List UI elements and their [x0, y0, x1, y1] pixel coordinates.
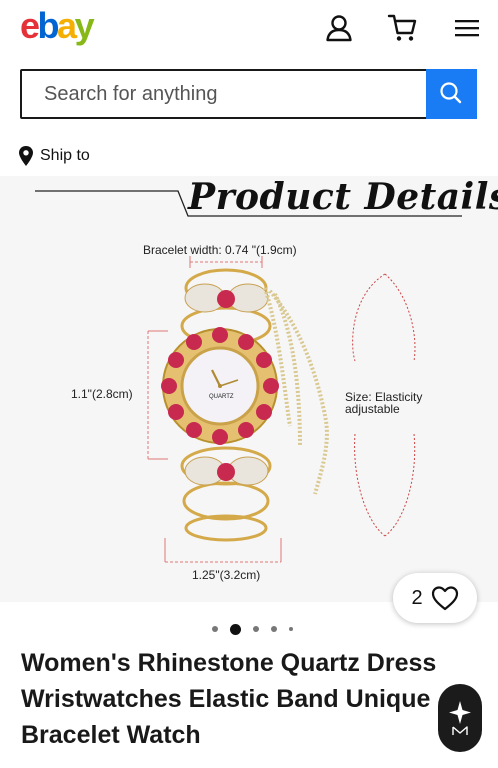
- sparkle-icon: [449, 701, 471, 735]
- carousel-dot[interactable]: [253, 626, 259, 632]
- carousel-dot[interactable]: [212, 626, 218, 632]
- ship-to-link[interactable]: Ship to: [18, 143, 90, 169]
- user-icon[interactable]: [323, 12, 355, 44]
- search-bar: [20, 69, 477, 119]
- carousel-dot[interactable]: [289, 627, 293, 631]
- carousel-dot[interactable]: [271, 626, 277, 632]
- carousel-dot-active[interactable]: [230, 623, 241, 635]
- heart-icon: [431, 586, 458, 611]
- product-image-gallery[interactable]: Product Details Bracelet width: 0.74 "(1…: [0, 176, 498, 602]
- location-pin-icon: [19, 146, 33, 166]
- search-icon: [440, 82, 462, 104]
- watch-count-button[interactable]: 2: [393, 573, 477, 623]
- image-heading: Product Details: [188, 176, 498, 218]
- bracelet-width-label: Bracelet width: 0.74 "(1.9cm): [143, 243, 297, 257]
- dial-brand-text: QUARTZ: [209, 394, 234, 400]
- header: ebay: [0, 0, 498, 62]
- cart-icon[interactable]: [387, 12, 419, 44]
- search-button[interactable]: [426, 69, 477, 119]
- ship-to-label: Ship to: [40, 147, 90, 164]
- carousel-indicator: [206, 622, 299, 636]
- bottom-width-label: 1.25"(3.2cm): [192, 568, 261, 582]
- watch-count: 2: [411, 586, 423, 609]
- size-label-adjustable: adjustable: [345, 402, 400, 416]
- search-input[interactable]: [22, 71, 428, 117]
- dial-height-label: 1.1"(2.8cm): [71, 387, 133, 401]
- assistant-button[interactable]: [438, 684, 482, 752]
- menu-icon[interactable]: [451, 12, 483, 44]
- ebay-logo[interactable]: ebay: [20, 6, 95, 46]
- listing-title: Women's Rhinestone Quartz Dress Wristwat…: [21, 649, 437, 749]
